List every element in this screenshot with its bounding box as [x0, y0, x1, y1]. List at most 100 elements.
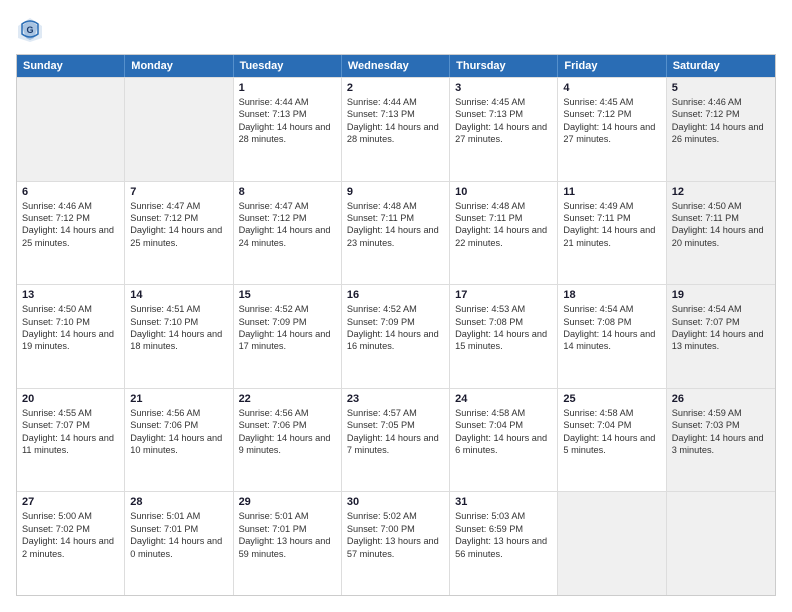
daylight-text: Daylight: 14 hours and 6 minutes. — [455, 432, 552, 457]
calendar-cell: 22Sunrise: 4:56 AMSunset: 7:06 PMDayligh… — [234, 389, 342, 492]
calendar-cell: 8Sunrise: 4:47 AMSunset: 7:12 PMDaylight… — [234, 182, 342, 285]
calendar-cell: 2Sunrise: 4:44 AMSunset: 7:13 PMDaylight… — [342, 78, 450, 181]
calendar-cell: 16 Sunrise: 4:52 AMSunset: 7:09 PMDayligh… — [342, 285, 450, 388]
sunrise-text: Sunrise: 4:47 AM — [130, 200, 227, 212]
daylight-text: Daylight: 14 hours and 2 minutes. — [22, 535, 119, 560]
calendar-cell: 27Sunrise: 5:00 AMSunset: 7:02 PMDayligh… — [17, 492, 125, 595]
day-number: 4 — [563, 82, 660, 94]
calendar-cell: 24Sunrise: 4:58 AMSunset: 7:04 PMDayligh… — [450, 389, 558, 492]
sunset-text: Sunset: 7:09 PM — [239, 316, 336, 328]
day-number: 3 — [455, 82, 552, 94]
calendar-cell: 17Sunrise: 4:53 AMSunset: 7:08 PMDayligh… — [450, 285, 558, 388]
daylight-text: Daylight: 14 hours and 7 minutes. — [347, 432, 444, 457]
calendar-cell: 20Sunrise: 4:55 AMSunset: 7:07 PMDayligh… — [17, 389, 125, 492]
daylight-text: Daylight: 14 hours and 28 minutes. — [347, 121, 444, 146]
day-number: 25 — [563, 393, 660, 405]
calendar-cell — [125, 78, 233, 181]
sunrise-text: Sunrise: 4:49 AM — [563, 200, 660, 212]
sunset-text: Sunset: 7:01 PM — [130, 523, 227, 535]
day-number: 29 — [239, 496, 336, 508]
day-number: 26 — [672, 393, 770, 405]
day-number: 21 — [130, 393, 227, 405]
day-number: 15 — [239, 289, 336, 301]
sunrise-text: Sunrise: 4:52 AM — [347, 303, 444, 315]
sunset-text: Sunset: 7:02 PM — [22, 523, 119, 535]
calendar-cell: 4Sunrise: 4:45 AMSunset: 7:12 PMDaylight… — [558, 78, 666, 181]
day-number: 23 — [347, 393, 444, 405]
sunset-text: Sunset: 7:07 PM — [22, 419, 119, 431]
sunset-text: Sunset: 7:11 PM — [672, 212, 770, 224]
day-number: 28 — [130, 496, 227, 508]
sunrise-text: Sunrise: 4:44 AM — [239, 96, 336, 108]
calendar-cell: 13Sunrise: 4:50 AMSunset: 7:10 PMDayligh… — [17, 285, 125, 388]
daylight-text: Daylight: 13 hours and 56 minutes. — [455, 535, 552, 560]
calendar-week-4: 20Sunrise: 4:55 AMSunset: 7:07 PMDayligh… — [17, 388, 775, 492]
calendar-cell: 21Sunrise: 4:56 AMSunset: 7:06 PMDayligh… — [125, 389, 233, 492]
daylight-text: Daylight: 13 hours and 57 minutes. — [347, 535, 444, 560]
sunrise-text: Sunrise: 4:46 AM — [672, 96, 770, 108]
day-number: 9 — [347, 186, 444, 198]
sunset-text: Sunset: 7:07 PM — [672, 316, 770, 328]
day-number: 5 — [672, 82, 770, 94]
calendar-cell: 26Sunrise: 4:59 AMSunset: 7:03 PMDayligh… — [667, 389, 775, 492]
header-day-wednesday: Wednesday — [342, 55, 450, 77]
day-number: 6 — [22, 186, 119, 198]
header-day-sunday: Sunday — [17, 55, 125, 77]
sunset-text: Sunset: 7:10 PM — [130, 316, 227, 328]
sunset-text: Sunset: 7:06 PM — [130, 419, 227, 431]
sunrise-text: Sunrise: 4:56 AM — [239, 407, 336, 419]
header-day-friday: Friday — [558, 55, 666, 77]
sunset-text: Sunset: 7:03 PM — [672, 419, 770, 431]
sunset-text: Sunset: 7:12 PM — [239, 212, 336, 224]
day-number: 20 — [22, 393, 119, 405]
calendar-cell: 9Sunrise: 4:48 AMSunset: 7:11 PMDaylight… — [342, 182, 450, 285]
sunset-text: Sunset: 7:13 PM — [455, 108, 552, 120]
calendar-cell: 23Sunrise: 4:57 AMSunset: 7:05 PMDayligh… — [342, 389, 450, 492]
sunset-text: Sunset: 7:04 PM — [563, 419, 660, 431]
day-number: 16 — [347, 289, 444, 301]
sunrise-text: Sunrise: 4:47 AM — [239, 200, 336, 212]
calendar-cell — [667, 492, 775, 595]
daylight-text: Daylight: 14 hours and 10 minutes. — [130, 432, 227, 457]
daylight-text: Daylight: 14 hours and 3 minutes. — [672, 432, 770, 457]
calendar-week-2: 6Sunrise: 4:46 AMSunset: 7:12 PMDaylight… — [17, 181, 775, 285]
sunrise-text: Sunrise: 4:58 AM — [455, 407, 552, 419]
sunset-text: Sunset: 7:13 PM — [239, 108, 336, 120]
daylight-text: Daylight: 14 hours and 25 minutes. — [130, 224, 227, 249]
daylight-text: Daylight: 14 hours and 26 minutes. — [672, 121, 770, 146]
sunrise-text: Sunrise: 5:03 AM — [455, 510, 552, 522]
sunrise-text: Sunrise: 5:02 AM — [347, 510, 444, 522]
sunrise-text: Sunrise: 4:52 AM — [239, 303, 336, 315]
sunset-text: Sunset: 7:12 PM — [563, 108, 660, 120]
daylight-text: Daylight: 14 hours and 16 minutes. — [347, 328, 444, 353]
calendar-cell: 11Sunrise: 4:49 AMSunset: 7:11 PMDayligh… — [558, 182, 666, 285]
sunrise-text: Sunrise: 4:46 AM — [22, 200, 119, 212]
sunrise-text: Sunrise: 4:53 AM — [455, 303, 552, 315]
logo: G — [16, 16, 48, 44]
sunset-text: Sunset: 7:05 PM — [347, 419, 444, 431]
daylight-text: Daylight: 14 hours and 25 minutes. — [22, 224, 119, 249]
day-number: 19 — [672, 289, 770, 301]
sunset-text: Sunset: 7:08 PM — [563, 316, 660, 328]
daylight-text: Daylight: 14 hours and 18 minutes. — [130, 328, 227, 353]
calendar-cell: 31Sunrise: 5:03 AMSunset: 6:59 PMDayligh… — [450, 492, 558, 595]
calendar-cell — [558, 492, 666, 595]
calendar-cell — [17, 78, 125, 181]
daylight-text: Daylight: 14 hours and 14 minutes. — [563, 328, 660, 353]
calendar-cell: 30Sunrise: 5:02 AMSunset: 7:00 PMDayligh… — [342, 492, 450, 595]
sunset-text: Sunset: 7:12 PM — [130, 212, 227, 224]
day-number: 18 — [563, 289, 660, 301]
day-number: 17 — [455, 289, 552, 301]
sunrise-text: Sunrise: 4:50 AM — [22, 303, 119, 315]
calendar-cell: 15Sunrise: 4:52 AMSunset: 7:09 PMDayligh… — [234, 285, 342, 388]
header-day-monday: Monday — [125, 55, 233, 77]
calendar-cell: 3Sunrise: 4:45 AMSunset: 7:13 PMDaylight… — [450, 78, 558, 181]
day-number: 7 — [130, 186, 227, 198]
sunset-text: Sunset: 7:09 PM — [347, 316, 444, 328]
sunset-text: Sunset: 7:08 PM — [455, 316, 552, 328]
day-number: 13 — [22, 289, 119, 301]
page: G SundayMondayTuesdayWednesdayThursdayFr… — [0, 0, 792, 612]
sunrise-text: Sunrise: 4:45 AM — [563, 96, 660, 108]
day-number: 12 — [672, 186, 770, 198]
calendar-cell: 5Sunrise: 4:46 AMSunset: 7:12 PMDaylight… — [667, 78, 775, 181]
